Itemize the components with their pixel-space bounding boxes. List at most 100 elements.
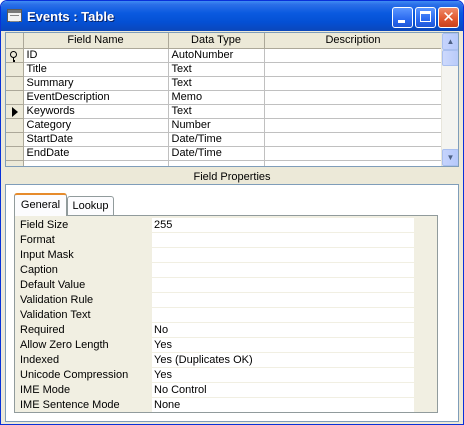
property-value-field[interactable]: No Control: [152, 383, 414, 397]
row-selector[interactable]: [6, 104, 24, 119]
field-name-cell[interactable]: [23, 160, 169, 166]
general-properties-panel: Field Size 255 Format Input Mask Caption Defa…: [14, 215, 438, 413]
property-label: Validation Rule: [20, 294, 94, 306]
description-cell[interactable]: [264, 146, 443, 161]
data-type-cell[interactable]: Text: [168, 62, 265, 77]
grid-header-row: Field Name Data Type Description: [6, 33, 443, 49]
data-type-cell[interactable]: [168, 160, 265, 166]
data-type-cell[interactable]: Memo: [168, 90, 265, 105]
property-value-field[interactable]: [152, 293, 414, 307]
property-value-field[interactable]: [152, 278, 414, 292]
row-selector-header[interactable]: [6, 33, 24, 49]
table-row[interactable]: Keywords Text: [6, 104, 443, 119]
table-icon[interactable]: [7, 9, 22, 22]
row-selector[interactable]: [6, 118, 24, 133]
primary-key-icon: [10, 50, 17, 61]
row-selector[interactable]: [6, 132, 24, 147]
description-cell[interactable]: [264, 132, 443, 147]
table-row[interactable]: Summary Text: [6, 76, 443, 91]
property-row: Allow Zero Length Yes: [15, 338, 437, 353]
row-selector[interactable]: [6, 160, 24, 166]
property-row: IME Sentence Mode None: [15, 398, 437, 413]
property-row: Indexed Yes (Duplicates OK): [15, 353, 437, 368]
scroll-up-button[interactable]: ▲: [442, 33, 458, 50]
description-cell[interactable]: [264, 104, 443, 119]
property-row: Unicode Compression Yes: [15, 368, 437, 383]
vertical-scrollbar[interactable]: ▲ ▼: [441, 33, 458, 166]
description-cell[interactable]: [264, 76, 443, 91]
property-label: Validation Text: [20, 309, 91, 321]
row-selector[interactable]: [6, 90, 24, 105]
data-type-cell[interactable]: Date/Time: [168, 132, 265, 147]
property-row: Caption: [15, 263, 437, 278]
property-row: Field Size 255: [15, 218, 437, 233]
property-value-field[interactable]: Yes: [152, 368, 414, 382]
scroll-down-button[interactable]: ▼: [442, 149, 458, 166]
scroll-thumb[interactable]: [442, 50, 458, 66]
property-value-field[interactable]: [152, 233, 414, 247]
property-row: Required No: [15, 323, 437, 338]
property-value-field[interactable]: [152, 308, 414, 322]
minimize-button[interactable]: [392, 7, 413, 28]
table-row[interactable]: StartDate Date/Time: [6, 132, 443, 147]
property-label: Format: [20, 234, 55, 246]
property-value-field[interactable]: [152, 263, 414, 277]
property-row: Validation Rule: [15, 293, 437, 308]
data-type-cell[interactable]: Number: [168, 118, 265, 133]
property-value-field[interactable]: Yes: [152, 338, 414, 352]
description-cell[interactable]: [264, 118, 443, 133]
field-properties-area: General Lookup Field Size 255 Format Input …: [5, 184, 459, 422]
data-type-cell[interactable]: AutoNumber: [168, 48, 265, 63]
field-properties-label: Field Properties: [193, 171, 271, 183]
property-value-field[interactable]: Yes (Duplicates OK): [152, 353, 414, 367]
property-label: Allow Zero Length: [20, 339, 109, 351]
current-row-arrow-icon: [12, 106, 18, 117]
column-header-description[interactable]: Description: [264, 33, 443, 49]
row-selector[interactable]: [6, 48, 24, 63]
tab-general[interactable]: General: [14, 193, 67, 216]
data-type-cell[interactable]: Text: [168, 104, 265, 119]
description-cell[interactable]: [264, 48, 443, 63]
field-name-cell[interactable]: StartDate: [23, 132, 169, 147]
property-label: Input Mask: [20, 249, 74, 261]
row-selector[interactable]: [6, 76, 24, 91]
property-label: Field Size: [20, 219, 69, 231]
field-name-cell[interactable]: EventDescription: [23, 90, 169, 105]
data-type-cell[interactable]: Date/Time: [168, 146, 265, 161]
property-value-field[interactable]: [152, 248, 414, 262]
property-value-field[interactable]: No: [152, 323, 414, 337]
field-name-cell[interactable]: Category: [23, 118, 169, 133]
field-name-cell[interactable]: Title: [23, 62, 169, 77]
property-row: IME Mode No Control: [15, 383, 437, 398]
property-row: Default Value: [15, 278, 437, 293]
description-cell[interactable]: [264, 90, 443, 105]
field-name-cell[interactable]: Keywords: [23, 104, 169, 119]
table-design-window: Events : Table ✕ Field Name Data Type De…: [0, 0, 464, 425]
minimize-icon: [398, 20, 405, 23]
table-row[interactable]: [6, 160, 443, 166]
close-button[interactable]: ✕: [438, 7, 459, 28]
table-row[interactable]: Title Text: [6, 62, 443, 77]
column-header-field-name[interactable]: Field Name: [23, 33, 169, 49]
maximize-button[interactable]: [415, 7, 436, 28]
table-row[interactable]: EventDescription Memo: [6, 90, 443, 105]
property-label: Caption: [20, 264, 58, 276]
table-row[interactable]: ID AutoNumber: [6, 48, 443, 63]
data-type-cell[interactable]: Text: [168, 76, 265, 91]
tab-lookup[interactable]: Lookup: [67, 196, 114, 216]
property-value-field[interactable]: 255: [152, 218, 414, 232]
column-header-data-type[interactable]: Data Type: [168, 33, 265, 49]
property-label: Required: [20, 324, 65, 336]
property-value-field[interactable]: None: [152, 398, 414, 412]
row-selector[interactable]: [6, 62, 24, 77]
field-name-cell[interactable]: ID: [23, 48, 169, 63]
field-name-cell[interactable]: EndDate: [23, 146, 169, 161]
description-cell[interactable]: [264, 62, 443, 77]
table-row[interactable]: EndDate Date/Time: [6, 146, 443, 161]
field-name-cell[interactable]: Summary: [23, 76, 169, 91]
row-selector[interactable]: [6, 146, 24, 161]
title-bar[interactable]: Events : Table ✕: [1, 1, 463, 31]
property-label: Unicode Compression: [20, 369, 129, 381]
description-cell[interactable]: [264, 160, 443, 166]
table-row[interactable]: Category Number: [6, 118, 443, 133]
